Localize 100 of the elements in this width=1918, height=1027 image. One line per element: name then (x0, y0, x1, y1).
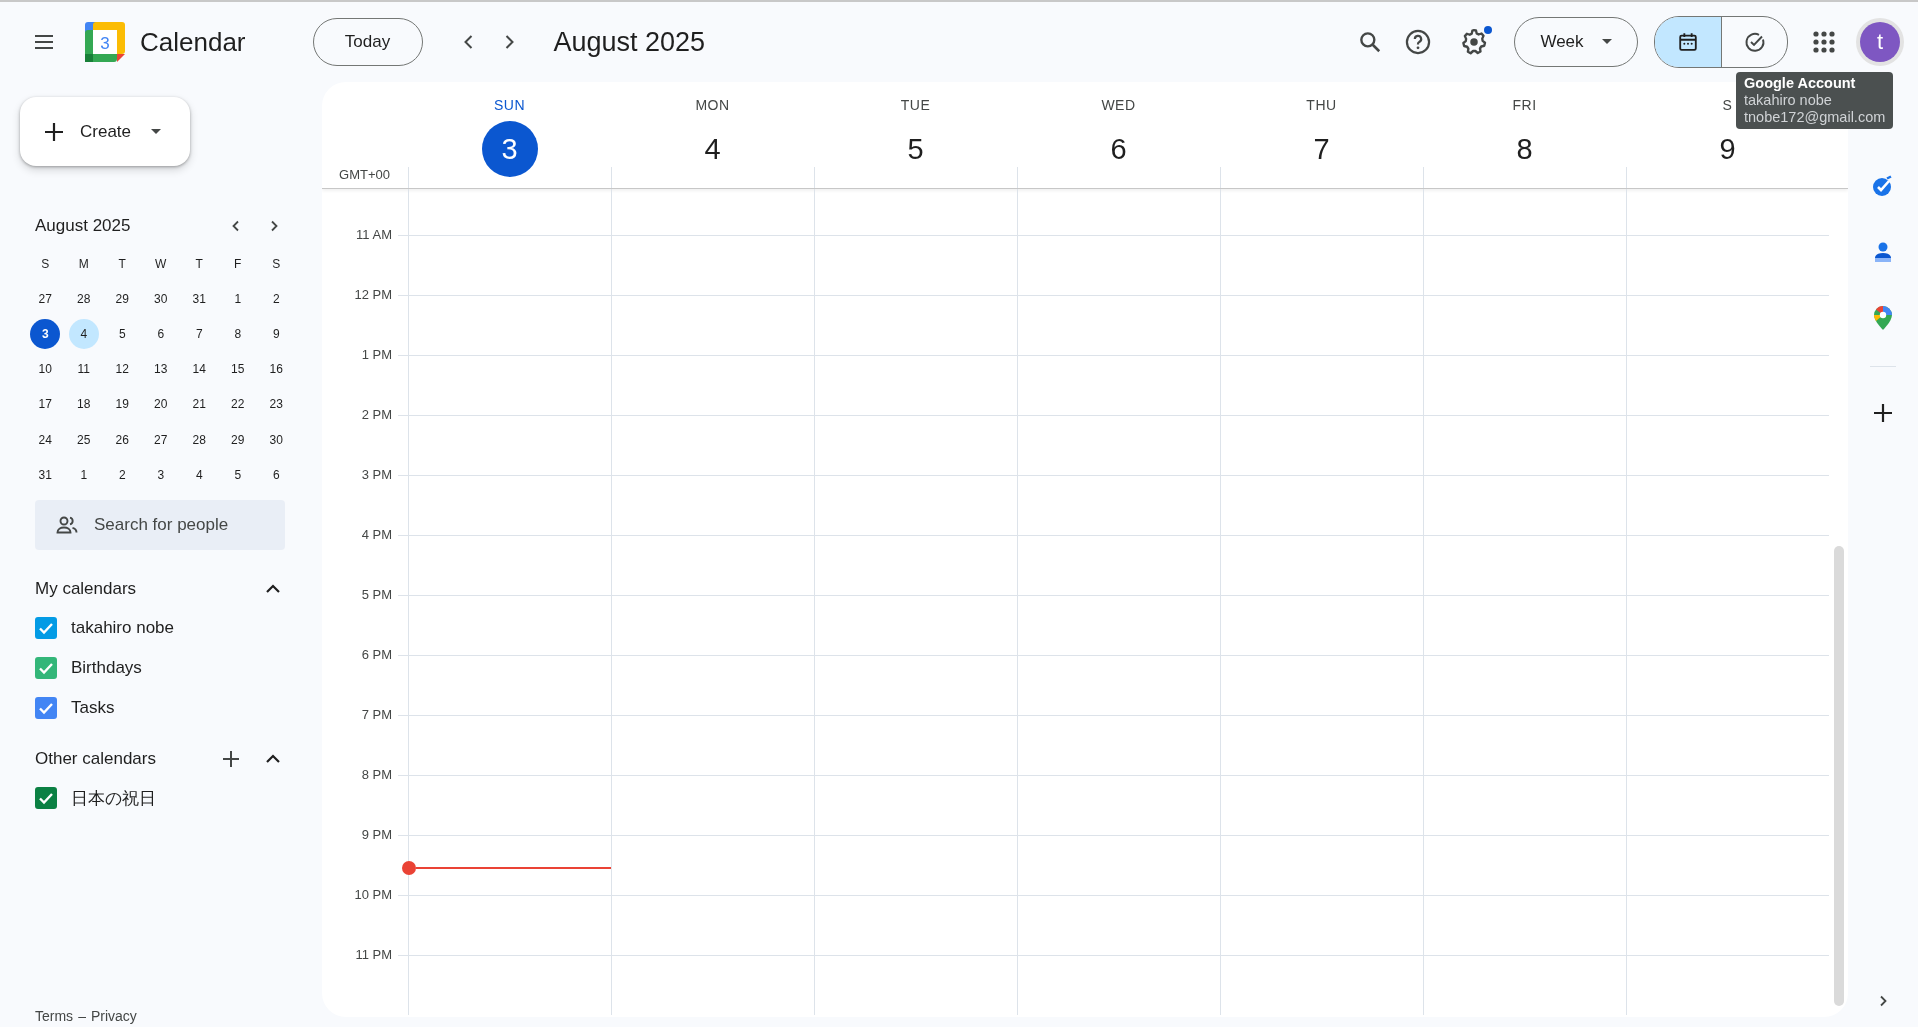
weekday-label: T (194, 255, 204, 273)
calendar-name: takahiro nobe (71, 618, 175, 639)
mini-calendar-day[interactable]: 31 (30, 459, 61, 490)
mini-calendar-day[interactable]: 11 (68, 354, 99, 385)
mini-calendar-day[interactable]: 6 (261, 459, 292, 490)
weekday-label: S (1722, 97, 1733, 113)
day-number[interactable]: 5 (887, 131, 944, 167)
tooltip-text: tnobe172@gmail.com (1744, 109, 1886, 126)
mini-calendar-day[interactable]: 6 (145, 318, 176, 349)
calendar-group-title: Other calendars (35, 749, 157, 770)
weekday-label: M (77, 255, 90, 273)
mini-calendar-day[interactable]: 28 (184, 424, 215, 455)
weekday-label: TUE (900, 97, 931, 113)
calendar-name: 日本の祝日 (71, 787, 156, 810)
mini-calendar-day[interactable]: 15 (222, 354, 253, 385)
gear-icon (1459, 27, 1489, 57)
weekday-label: SUN (493, 97, 526, 113)
weekday-label: MON (695, 97, 730, 113)
hour-label: 12 PM (354, 287, 392, 302)
mini-calendar-day[interactable]: 24 (30, 424, 61, 455)
mini-calendar-day[interactable]: 30 (261, 424, 292, 455)
period-title: August 2025 (553, 26, 706, 58)
day-number[interactable]: 3 (481, 121, 538, 177)
mini-calendar-day[interactable]: 25 (68, 424, 99, 455)
privacy-link[interactable]: Privacy (90, 1008, 137, 1024)
mini-calendar-day[interactable]: 19 (107, 389, 138, 420)
mini-calendar-day[interactable]: 13 (145, 354, 176, 385)
weekday-label: S (271, 255, 282, 273)
tooltip-title: Google Account (1744, 75, 1857, 92)
mini-calendar-title: August 2025 (35, 216, 132, 236)
hour-label: 9 PM (361, 827, 392, 842)
mini-calendar-day[interactable]: 18 (68, 389, 99, 420)
mini-calendar-day[interactable]: 1 (222, 283, 253, 314)
weekday-label: WED (1101, 97, 1136, 113)
footer-separator: – (78, 1008, 86, 1024)
hour-label: 8 PM (361, 767, 392, 782)
hour-label: 5 PM (361, 587, 392, 602)
weekday-label: F (233, 255, 243, 273)
view-select[interactable]: Week (1514, 17, 1638, 67)
calendar-view-button[interactable] (1655, 17, 1721, 67)
create-button[interactable]: Create (20, 97, 190, 166)
weekday-label: S (40, 255, 51, 273)
mini-calendar-day[interactable]: 23 (261, 389, 292, 420)
calendar-group-title: My calendars (35, 579, 138, 600)
hour-label: 11 PM (355, 947, 392, 962)
day-number[interactable]: 7 (1293, 131, 1350, 167)
day-number[interactable]: 9 (1699, 131, 1756, 167)
mini-calendar-day[interactable]: 20 (145, 389, 176, 420)
mini-calendar-day[interactable]: 17 (30, 389, 61, 420)
mini-calendar-day[interactable]: 10 (30, 354, 61, 385)
weekday-label: FRI (1512, 97, 1537, 113)
calendar-checkbox[interactable] (35, 697, 57, 720)
weekday-label: THU (1306, 97, 1337, 113)
tooltip-text: takahiro nobe (1744, 92, 1833, 109)
calendar-checkbox[interactable] (35, 657, 57, 680)
app-title: Calendar (140, 26, 246, 58)
mini-calendar-day[interactable]: 16 (261, 354, 292, 385)
terms-link[interactable]: Terms (35, 1008, 74, 1024)
mini-calendar-day[interactable]: 4 (184, 459, 215, 490)
mini-calendar-day[interactable]: 8 (222, 318, 253, 349)
hour-label: 10 PM (354, 887, 392, 902)
weekday-label: W (154, 255, 168, 273)
people-search-field[interactable]: Search for people (35, 500, 285, 551)
mini-calendar-day[interactable]: 14 (184, 354, 215, 385)
account-avatar[interactable]: t (1860, 22, 1900, 62)
mini-calendar-day[interactable]: 3 (30, 318, 61, 349)
hour-label: 11 AM (356, 227, 392, 242)
hour-label: 2 PM (361, 407, 392, 422)
mini-calendar-day[interactable]: 4 (68, 318, 99, 349)
mini-calendar-day[interactable]: 31 (184, 283, 215, 314)
mini-calendar-day[interactable]: 29 (222, 424, 253, 455)
mini-calendar-day[interactable]: 2 (261, 283, 292, 314)
calendar-name: Tasks (71, 698, 115, 719)
mini-calendar-day[interactable]: 28 (68, 283, 99, 314)
mini-calendar-day[interactable]: 22 (222, 389, 253, 420)
mini-calendar-day[interactable]: 9 (261, 318, 292, 349)
day-number[interactable]: 6 (1090, 131, 1147, 167)
mini-calendar-day[interactable]: 5 (107, 318, 138, 349)
weekday-label: T (117, 255, 127, 273)
mini-calendar-day[interactable]: 29 (107, 283, 138, 314)
mini-calendar-day[interactable]: 27 (30, 283, 61, 314)
time-slot[interactable] (408, 835, 611, 895)
mini-calendar-day[interactable]: 7 (184, 318, 215, 349)
mini-calendar-day[interactable]: 2 (107, 459, 138, 490)
mini-calendar-day[interactable]: 12 (107, 354, 138, 385)
mini-calendar-day[interactable]: 5 (222, 459, 253, 490)
mini-calendar-day[interactable]: 26 (107, 424, 138, 455)
hour-label: 4 PM (361, 527, 392, 542)
mini-calendar-day[interactable]: 30 (145, 283, 176, 314)
mini-calendar-day[interactable]: 3 (145, 459, 176, 490)
scrollbar[interactable] (1833, 546, 1844, 1006)
mini-calendar-day[interactable]: 1 (68, 459, 99, 490)
mini-calendar-day[interactable]: 27 (145, 424, 176, 455)
calendar-checkbox[interactable] (35, 617, 57, 640)
hour-label: 1 PM (361, 347, 392, 362)
calendar-checkbox[interactable] (35, 787, 57, 810)
day-number[interactable]: 4 (684, 131, 741, 167)
calendar-icon (1677, 31, 1699, 53)
mini-calendar-day[interactable]: 21 (184, 389, 215, 420)
day-number[interactable]: 8 (1496, 131, 1553, 167)
